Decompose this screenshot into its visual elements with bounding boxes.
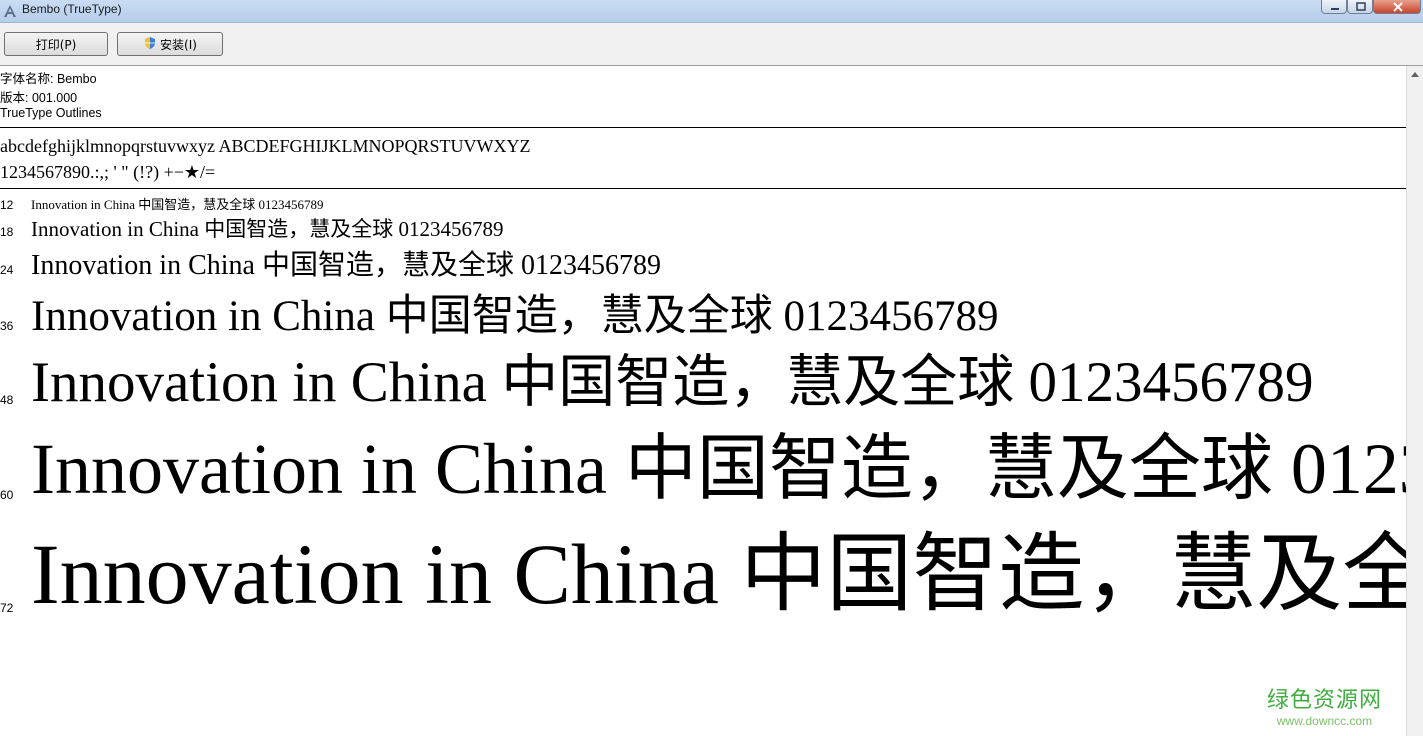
sample-size-label: 12 [0, 198, 14, 212]
sample-size-label: 36 [0, 319, 14, 333]
shield-icon [143, 36, 157, 53]
window-title: Bembo (TrueType) [22, 2, 122, 16]
sample-text: Innovation in China 中国智造，慧及全球 0123456789 [31, 293, 999, 340]
sample-size-label: 24 [0, 263, 14, 277]
sample-size-label: 18 [0, 225, 14, 239]
scroll-up-arrow-icon[interactable] [1407, 66, 1423, 83]
maximize-button[interactable] [1347, 0, 1373, 14]
font-name: 字体名称: Bembo [0, 72, 97, 86]
close-button[interactable] [1373, 0, 1421, 14]
font-app-icon [3, 3, 17, 17]
watermark-url: www.downcc.com [1276, 714, 1373, 728]
title-bar: Bembo (TrueType) [0, 0, 1423, 23]
sample-size-label: 60 [0, 488, 14, 502]
watermark: 绿色资源网 www.downcc.com [1267, 682, 1382, 728]
sample-text: Innovation in China 中国智造，慧及全球 0123456789 [31, 429, 1406, 509]
sample-text: Innovation in China 中国智造，慧及全球 0123456789 [31, 217, 504, 241]
divider [0, 127, 1406, 128]
vertical-scrollbar[interactable] [1406, 66, 1423, 736]
sample-text: Innovation in China 中国智造，慧及全球 0123456789 [31, 250, 661, 281]
sample-text: Innovation in China 中国智造，慧及全球 0123456789 [31, 526, 1406, 622]
sample-size-label: 72 [0, 601, 14, 615]
install-button-label: 安装(I) [160, 37, 197, 52]
watermark-name: 绿色资源网 [1266, 688, 1382, 713]
font-version: 版本: 001.000 [0, 91, 78, 105]
sample-text: Innovation in China 中国智造，慧及全球 0123456789 [31, 351, 1314, 414]
sample-size-label: 48 [0, 393, 14, 407]
toolbar: 打印(P) 安装(I) [0, 23, 1423, 66]
font-preview-area: 字体名称: Bembo 版本: 001.000 TrueType Outline… [0, 66, 1406, 736]
charset-digits: 1234567890.:,; ' " (!?) +−★/= [0, 162, 216, 182]
sample-text: Innovation in China 中国智造，慧及全球 0123456789 [31, 197, 324, 212]
install-button[interactable]: 安装(I) [117, 32, 223, 56]
print-button[interactable]: 打印(P) [4, 32, 108, 56]
print-button-label: 打印(P) [35, 37, 77, 52]
minimize-button[interactable] [1321, 0, 1347, 14]
font-outline-type: TrueType Outlines [0, 106, 102, 120]
divider [0, 188, 1406, 189]
charset-letters: abcdefghijklmnopqrstuvwxyz ABCDEFGHIJKLM… [0, 136, 531, 156]
